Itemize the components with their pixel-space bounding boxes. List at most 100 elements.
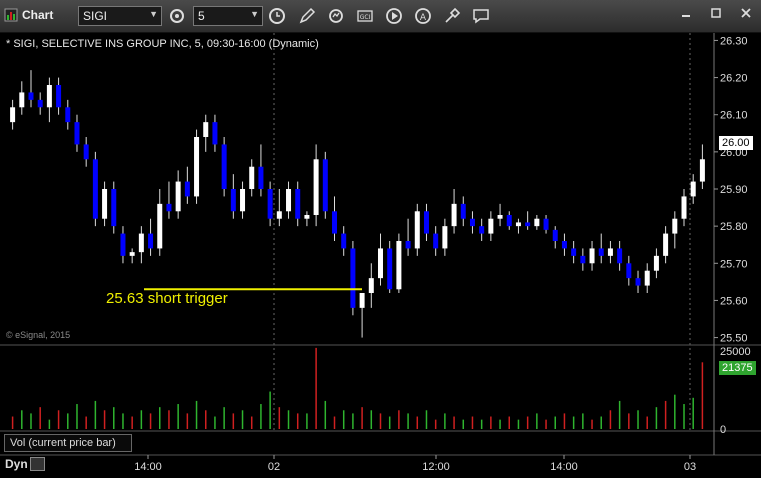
candle-body	[111, 189, 117, 227]
time-tick-label: 14:00	[550, 461, 578, 473]
candle-body	[663, 233, 669, 256]
settings-icon	[170, 9, 184, 23]
candle-body	[681, 196, 687, 219]
tools-button[interactable]	[441, 5, 463, 27]
candle-body	[525, 222, 531, 227]
volume-tick-label: 25000	[720, 346, 751, 358]
candle-body	[653, 255, 659, 271]
candle-body	[626, 263, 632, 279]
candle-body	[387, 248, 393, 290]
candle-body	[286, 189, 292, 212]
play-icon	[386, 8, 402, 24]
clock-icon	[269, 8, 285, 24]
candle-body	[589, 248, 595, 264]
candle-body	[221, 144, 227, 189]
time-tick-label: 12:00	[422, 461, 450, 473]
time-tick-label: 02	[268, 461, 280, 473]
pencil-icon	[299, 7, 316, 24]
close-icon	[741, 8, 751, 18]
candle-body	[488, 218, 494, 234]
draw-button[interactable]	[296, 5, 318, 27]
candle-body	[74, 122, 80, 145]
candle-body	[166, 203, 172, 212]
chart-canvas[interactable]: 26.30 26.20 26.10 26.00 25.90 25.80 25.70 25.60…	[0, 33, 761, 478]
candle-body	[212, 122, 218, 145]
comment-icon	[473, 9, 489, 24]
volume-value-tag: 21375	[719, 361, 756, 375]
candle-body	[267, 189, 273, 219]
candle-body	[396, 241, 402, 290]
chart-app-icon	[4, 8, 18, 22]
annotation-label: 25.63 short trigger	[106, 290, 228, 307]
volume-tick-label: 0	[720, 424, 726, 436]
settings-button[interactable]	[166, 5, 188, 27]
candle-body	[37, 99, 43, 108]
candle-body	[120, 233, 126, 256]
candle-body	[571, 248, 577, 256]
toolbar: Chart SIGI ▼ 5 ▼ GCI A	[0, 0, 761, 33]
gci-icon: GCI	[357, 10, 373, 22]
candle-body	[442, 226, 448, 249]
svg-text:A: A	[420, 13, 427, 23]
price-tick-label: 26.10	[720, 110, 748, 122]
candle-body	[203, 122, 209, 137]
candle-body	[148, 233, 154, 249]
candle-body	[194, 137, 200, 197]
candle-body	[635, 278, 641, 286]
candle-body	[580, 255, 586, 264]
candle-body	[561, 241, 567, 249]
candle-body	[92, 159, 98, 219]
candle-body	[460, 203, 466, 219]
candle-body	[157, 203, 163, 249]
minimize-button[interactable]	[676, 4, 696, 22]
watermark: © eSignal, 2015	[6, 330, 71, 340]
volume-study-label[interactable]: Vol (current price bar)	[4, 434, 132, 452]
candle-body	[515, 222, 521, 227]
candle-body	[332, 211, 338, 234]
candle-body	[175, 181, 181, 212]
price-tick-label: 25.50	[720, 333, 748, 345]
candle-body	[46, 85, 52, 108]
tools-icon	[445, 7, 461, 23]
clock-button[interactable]	[266, 5, 288, 27]
play-button[interactable]	[383, 5, 405, 27]
chart-area[interactable]: 26.30 26.20 26.10 26.00 25.90 25.80 25.70 25.60…	[0, 33, 761, 478]
candle-body	[184, 181, 190, 197]
maximize-button[interactable]	[706, 4, 726, 22]
candle-body	[258, 166, 264, 189]
symbol-input[interactable]: SIGI ▼	[78, 6, 162, 26]
candle-body	[451, 203, 457, 227]
candle-body	[607, 248, 613, 256]
close-button[interactable]	[736, 4, 756, 22]
candle-body	[405, 241, 411, 249]
chevron-down-icon: ▼	[250, 9, 259, 19]
refresh-icon	[329, 9, 343, 23]
candle-body	[295, 189, 301, 219]
comment-button[interactable]	[470, 5, 492, 27]
price-tick-label: 25.90	[720, 184, 748, 196]
candle-body	[249, 166, 255, 189]
interval-input[interactable]: 5 ▼	[193, 6, 263, 26]
candle-body	[83, 144, 89, 160]
window-title: Chart	[22, 8, 54, 22]
candle-body	[359, 293, 365, 308]
candle-body	[322, 159, 328, 212]
candle-body	[423, 211, 429, 234]
candle-body	[617, 248, 623, 264]
candle-body	[304, 215, 310, 219]
candle-body	[28, 92, 34, 100]
candle-body	[598, 248, 604, 256]
maximize-icon	[711, 8, 721, 18]
price-tick-label: 25.80	[720, 221, 748, 233]
lock-icon[interactable]	[30, 457, 45, 471]
candle-body	[138, 233, 144, 253]
gci-button[interactable]: GCI	[354, 5, 376, 27]
candle-body	[414, 211, 420, 249]
candle-body	[690, 181, 696, 197]
refresh-button[interactable]	[325, 5, 347, 27]
candle-body	[543, 218, 549, 230]
candle-body	[644, 270, 650, 286]
alert-button[interactable]: A	[412, 5, 434, 27]
price-tick-label: 25.60	[720, 295, 748, 307]
candle-body	[10, 107, 16, 123]
